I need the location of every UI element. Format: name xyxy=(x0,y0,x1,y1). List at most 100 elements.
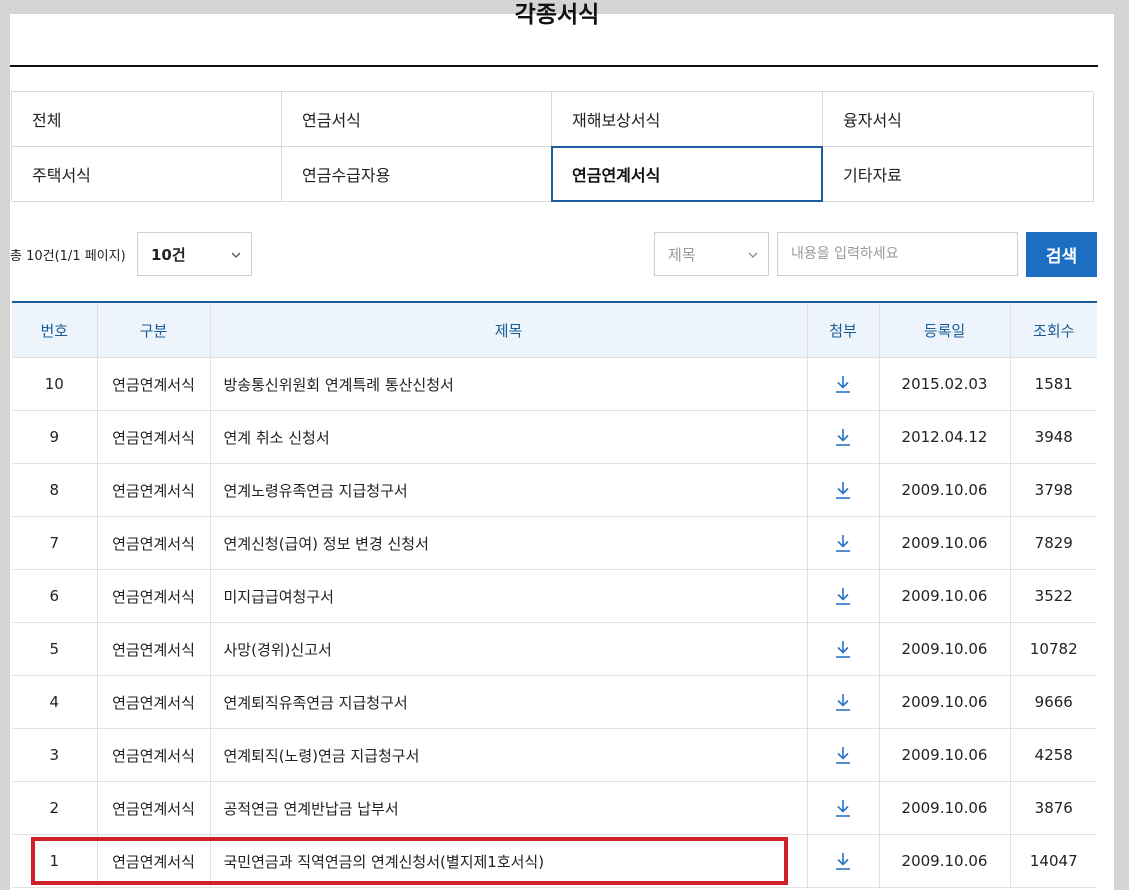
page-title: 각종서식 xyxy=(514,2,600,28)
row-category: 연금연계서식 xyxy=(97,622,211,676)
download-icon[interactable] xyxy=(834,427,852,447)
category-tab[interactable]: 주택서식 xyxy=(12,147,282,202)
row-attachment xyxy=(807,728,880,782)
table-row: 10 연금연계서식 방송통신위원회 연계특례 통산신청서 2015.02.03 1581 xyxy=(12,357,1097,411)
row-number: 6 xyxy=(12,569,98,623)
table-row: 9 연금연계서식 연계 취소 신청서 2012.04.12 3948 xyxy=(12,410,1097,464)
category-tab[interactable]: 연금수급자용 xyxy=(282,147,552,202)
row-attachment xyxy=(807,622,880,676)
col-header-title: 제목 xyxy=(210,302,808,358)
row-views: 7829 xyxy=(1010,516,1097,570)
search-button[interactable]: 검색 xyxy=(1026,232,1097,277)
row-views: 3948 xyxy=(1010,410,1097,464)
row-attachment xyxy=(807,516,880,570)
row-date: 2009.10.06 xyxy=(879,781,1011,835)
forms-table: 번호 구분 제목 첨부 등록일 조회수 10 연금연계서식 방송통신위원회 연계특례… xyxy=(12,301,1097,888)
row-title-link[interactable]: 연계신청(급여) 정보 변경 신청서 xyxy=(210,516,808,570)
table-row: 2 연금연계서식 공적연금 연계반납금 납부서 2009.10.06 3876 xyxy=(12,781,1097,835)
row-number: 9 xyxy=(12,410,98,464)
table-header-row: 번호 구분 제목 첨부 등록일 조회수 xyxy=(12,302,1097,358)
row-number: 8 xyxy=(12,463,98,517)
chevron-down-icon xyxy=(738,247,768,261)
category-tab[interactable]: 융자서식 xyxy=(823,92,1094,147)
row-attachment xyxy=(807,357,880,411)
row-date: 2009.10.06 xyxy=(879,728,1011,782)
row-views: 9666 xyxy=(1010,675,1097,729)
row-views: 14047 xyxy=(1010,834,1097,888)
download-icon[interactable] xyxy=(834,851,852,871)
search-input[interactable] xyxy=(777,232,1018,276)
row-date: 2009.10.06 xyxy=(879,834,1011,888)
table-row: 3 연금연계서식 연계퇴직(노령)연금 지급청구서 2009.10.06 4258 xyxy=(12,728,1097,782)
col-header-views: 조회수 xyxy=(1010,302,1097,358)
download-icon[interactable] xyxy=(834,480,852,500)
download-icon[interactable] xyxy=(834,374,852,394)
row-views: 10782 xyxy=(1010,622,1097,676)
col-header-attachment: 첨부 xyxy=(807,302,880,358)
row-number: 2 xyxy=(12,781,98,835)
row-date: 2009.10.06 xyxy=(879,569,1011,623)
download-icon[interactable] xyxy=(834,692,852,712)
row-date: 2009.10.06 xyxy=(879,463,1011,517)
row-category: 연금연계서식 xyxy=(97,781,211,835)
row-attachment xyxy=(807,410,880,464)
row-date: 2009.10.06 xyxy=(879,622,1011,676)
table-row: 5 연금연계서식 사망(경위)신고서 2009.10.06 10782 xyxy=(12,622,1097,676)
row-views: 1581 xyxy=(1010,357,1097,411)
row-attachment xyxy=(807,569,880,623)
row-title-link[interactable]: 연계퇴직(노령)연금 지급청구서 xyxy=(210,728,808,782)
row-date: 2009.10.06 xyxy=(879,675,1011,729)
row-attachment xyxy=(807,675,880,729)
row-title-link[interactable]: 사망(경위)신고서 xyxy=(210,622,808,676)
row-title-link[interactable]: 연계퇴직유족연금 지급청구서 xyxy=(210,675,808,729)
category-tab[interactable]: 연금연계서식 xyxy=(551,146,823,202)
row-views: 3522 xyxy=(1010,569,1097,623)
row-date: 2015.02.03 xyxy=(879,357,1011,411)
table-row: 6 연금연계서식 미지급급여청구서 2009.10.06 3522 xyxy=(12,569,1097,623)
row-attachment xyxy=(807,834,880,888)
per-page-select[interactable]: 10건 xyxy=(137,232,252,276)
row-title-link[interactable]: 국민연금과 직역연금의 연계신청서(별지제1호서식) xyxy=(210,834,808,888)
search-field-select[interactable]: 제목 xyxy=(654,232,769,276)
row-category: 연금연계서식 xyxy=(97,569,211,623)
row-number: 3 xyxy=(12,728,98,782)
row-date: 2009.10.06 xyxy=(879,516,1011,570)
chevron-down-icon xyxy=(221,247,251,261)
row-category: 연금연계서식 xyxy=(97,410,211,464)
total-count-label: 총 10건(1/1 페이지) xyxy=(10,249,126,264)
download-icon[interactable] xyxy=(834,586,852,606)
row-number: 4 xyxy=(12,675,98,729)
row-title-link[interactable]: 공적연금 연계반납금 납부서 xyxy=(210,781,808,835)
row-title-link[interactable]: 연계 취소 신청서 xyxy=(210,410,808,464)
category-tab[interactable]: 전체 xyxy=(12,92,282,147)
category-tab[interactable]: 재해보상서식 xyxy=(552,92,823,147)
title-divider xyxy=(10,65,1098,67)
row-title-link[interactable]: 연계노령유족연금 지급청구서 xyxy=(210,463,808,517)
row-category: 연금연계서식 xyxy=(97,516,211,570)
row-category: 연금연계서식 xyxy=(97,728,211,782)
download-icon[interactable] xyxy=(834,745,852,765)
col-header-number: 번호 xyxy=(12,302,98,358)
table-row: 1 연금연계서식 국민연금과 직역연금의 연계신청서(별지제1호서식) 2009.10… xyxy=(12,834,1097,888)
category-tab[interactable]: 기타자료 xyxy=(823,147,1094,202)
row-date: 2012.04.12 xyxy=(879,410,1011,464)
category-tabs: 전체 연금서식 재해보상서식 융자서식주택서식 연금수급자용 연금연계서식 기타자료 xyxy=(11,91,1094,202)
row-number: 10 xyxy=(12,357,98,411)
per-page-value: 10건 xyxy=(151,245,186,264)
search-field-value: 제목 xyxy=(668,245,696,264)
row-views: 3798 xyxy=(1010,463,1097,517)
col-header-category: 구분 xyxy=(97,302,211,358)
row-number: 1 xyxy=(12,834,98,888)
row-title-link[interactable]: 미지급급여청구서 xyxy=(210,569,808,623)
row-category: 연금연계서식 xyxy=(97,834,211,888)
row-category: 연금연계서식 xyxy=(97,357,211,411)
download-icon[interactable] xyxy=(834,639,852,659)
col-header-date: 등록일 xyxy=(879,302,1011,358)
table-row: 8 연금연계서식 연계노령유족연금 지급청구서 2009.10.06 3798 xyxy=(12,463,1097,517)
row-category: 연금연계서식 xyxy=(97,463,211,517)
category-tab[interactable]: 연금서식 xyxy=(282,92,552,147)
download-icon[interactable] xyxy=(834,533,852,553)
row-title-link[interactable]: 방송통신위원회 연계특례 통산신청서 xyxy=(210,357,808,411)
download-icon[interactable] xyxy=(834,798,852,818)
table-row: 7 연금연계서식 연계신청(급여) 정보 변경 신청서 2009.10.06 7829 xyxy=(12,516,1097,570)
